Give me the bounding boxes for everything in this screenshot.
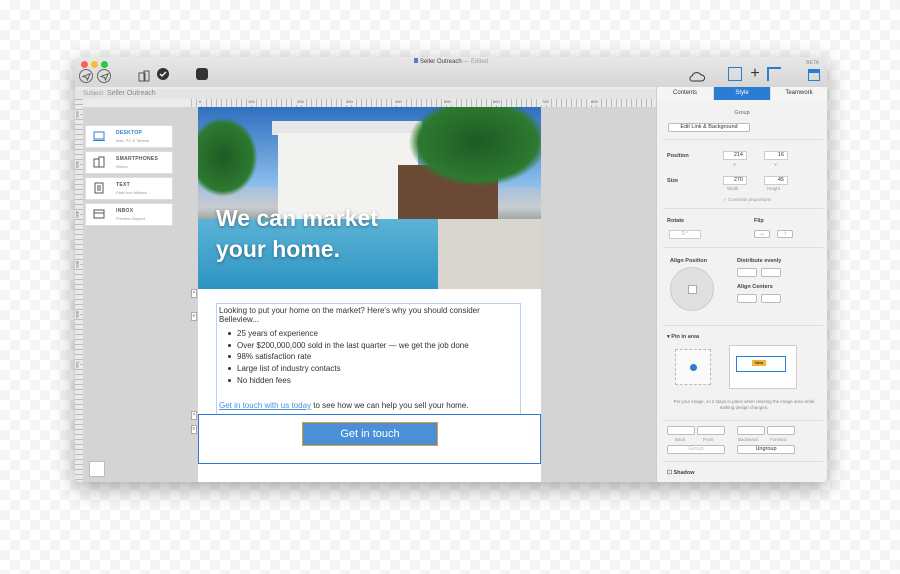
add-icon[interactable]: + (748, 66, 762, 82)
list-item: Over $200,000,000 sold in the last quart… (228, 340, 469, 350)
rotate-label: Rotate (667, 218, 685, 224)
y-input[interactable]: 16 (764, 151, 788, 160)
distribute-horizontal-icon[interactable] (737, 268, 757, 277)
outro-text: Get in touch with us today to see how we… (219, 401, 469, 410)
device-preview-icon[interactable] (137, 69, 151, 83)
device-smartphones[interactable]: SMARTPHONES Retina (85, 151, 173, 174)
drag-handle[interactable]: ≡ (191, 425, 197, 434)
vertical-ruler: 200 300 400 500 600 700 (75, 99, 83, 482)
position-label: Position (667, 153, 689, 159)
ungroup-button[interactable]: Ungroup (737, 445, 795, 454)
send-backward-icon[interactable] (737, 426, 765, 435)
list-item: No hidden fees (228, 375, 469, 387)
flip-vertical-icon[interactable]: ↑ (777, 230, 793, 238)
inbox-icon (93, 209, 105, 219)
window-title: Seller Outreach — Edited (75, 58, 827, 65)
body-text-block[interactable]: Looking to put your home on the market? … (216, 303, 521, 415)
layout-icon[interactable] (728, 67, 742, 81)
hero-image[interactable]: We can market your home. (198, 107, 541, 289)
send-icon[interactable] (79, 69, 93, 83)
tab-contents[interactable]: Contents (657, 87, 714, 100)
align-position-label: Align Position (670, 258, 707, 264)
inspector-tabs: Contents Style Teamwork (657, 87, 827, 100)
device-desktop[interactable]: DESKTOP Mac, PC & Tablets (85, 125, 173, 148)
inspector-panel: Contents Style Teamwork Group Edit Link … (656, 87, 827, 482)
pin-hint: Pin your image, so it stays in place whe… (673, 399, 815, 410)
device-list: DESKTOP Mac, PC & Tablets SMARTPHONES Re… (85, 125, 173, 229)
flip-horizontal-icon[interactable]: → (754, 230, 770, 238)
layers-icon[interactable] (89, 461, 105, 477)
button-section[interactable]: Get in touch (198, 414, 541, 464)
flip-label: Flip (754, 218, 764, 224)
align-centers-label: Align Centers (737, 284, 773, 290)
align-center-vertical-icon[interactable] (761, 294, 781, 303)
title-bar: Seller Outreach — Edited BETA + (75, 57, 827, 87)
cloud-icon[interactable] (689, 70, 705, 82)
distribute-label: Distribute evenly (737, 258, 782, 264)
height-input[interactable]: 45 (764, 176, 788, 185)
pin-in-area-label[interactable]: ▾ Pin in area (667, 334, 699, 340)
send-to-back-icon[interactable] (667, 426, 695, 435)
distribute-vertical-icon[interactable] (761, 268, 781, 277)
section-handle[interactable]: × (191, 289, 197, 298)
bullet-list: 25 years of experience Over $200,000,000… (228, 328, 469, 387)
rotate-input[interactable]: 0 ° (669, 230, 701, 239)
constrain-checkbox[interactable]: ✓ Constrain proportions (723, 197, 771, 203)
subject-bar[interactable]: Subject Seller Outreach (75, 89, 656, 99)
crop-icon[interactable] (767, 67, 781, 81)
checkmark-icon[interactable] (157, 68, 169, 80)
test-send-icon[interactable] (97, 69, 111, 83)
beta-label: BETA (806, 60, 819, 66)
app-window: Seller Outreach — Edited BETA + Subject S… (75, 57, 827, 482)
edit-link-button[interactable]: Edit Link & Background (668, 123, 750, 132)
drag-handle[interactable]: ≡ (191, 312, 197, 321)
bring-forward-icon[interactable] (767, 426, 795, 435)
list-item: 98% satisfaction rate (228, 351, 469, 363)
subject-label: Subject (83, 91, 104, 97)
contact-link[interactable]: Get in touch with us today (219, 401, 311, 410)
sidebar-toggle-icon[interactable] (808, 69, 820, 81)
tab-teamwork[interactable]: Teamwork (771, 87, 827, 100)
intro-text: Looking to put your home on the market? … (219, 306, 480, 324)
group-button[interactable]: Group (667, 445, 725, 454)
get-in-touch-button[interactable]: Get in touch (302, 422, 438, 446)
smartphone-icon (93, 156, 105, 168)
list-item: 25 years of experience (228, 328, 469, 340)
device-inbox[interactable]: INBOX Preview Snippet (85, 203, 173, 226)
list-item: Large list of industry contacts (228, 363, 469, 375)
hero-headline[interactable]: We can market your home. (216, 203, 378, 265)
x-input[interactable]: 214 (723, 151, 747, 160)
pin-anchor-grid[interactable] (675, 349, 711, 385)
tab-style[interactable]: Style (714, 87, 771, 100)
text-document-icon (94, 182, 104, 194)
width-input[interactable]: 270 (723, 176, 747, 185)
align-center-horizontal-icon[interactable] (737, 294, 757, 303)
desktop-icon (93, 131, 105, 141)
document-icon (413, 58, 418, 63)
subject-value[interactable]: Seller Outreach (107, 90, 156, 97)
shadow-checkbox[interactable]: ☐ Shadow (667, 470, 695, 476)
horizontal-ruler: 0 100 200 300 400 500 600 700 800 (191, 99, 656, 107)
group-label: Group (734, 110, 750, 116)
pin-tag: New (752, 360, 766, 366)
pin-preview: New (729, 345, 797, 389)
bring-to-front-icon[interactable] (697, 426, 725, 435)
section-handle[interactable]: × (191, 411, 197, 420)
size-label: Size (667, 178, 679, 184)
email-document: We can market your home. × ≡ Looking to … (191, 107, 541, 482)
chat-icon[interactable] (196, 68, 208, 80)
align-position-control[interactable] (670, 267, 714, 311)
device-text[interactable]: TEXT Plain text fallback (85, 177, 173, 200)
